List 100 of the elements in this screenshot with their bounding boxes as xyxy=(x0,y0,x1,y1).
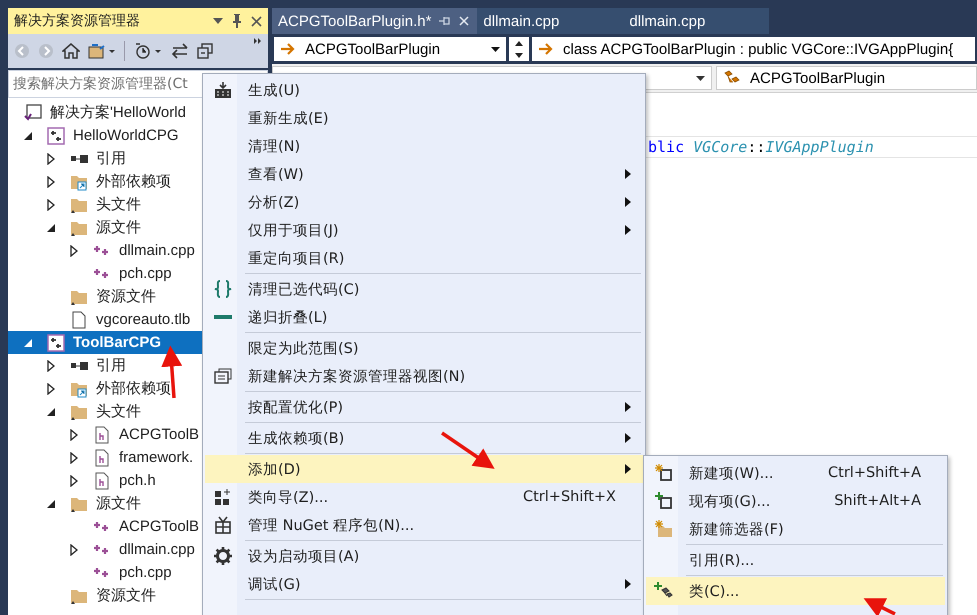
expanded-icon[interactable] xyxy=(47,224,55,232)
tree-label: vgcoreauto.tlb xyxy=(96,311,190,328)
tree-label: pch.cpp xyxy=(119,564,172,581)
menu-item[interactable]: 清理已选代码(C) xyxy=(205,275,643,303)
menu-item[interactable]: 现有项(G)... Shift+Alt+A xyxy=(646,487,945,515)
menu-item[interactable]: 查看(W) xyxy=(205,160,643,188)
home-icon[interactable] xyxy=(62,43,80,59)
sync-arrows-icon[interactable] xyxy=(171,43,189,59)
type-dropdown[interactable]: ACPGToolBarPlugin xyxy=(274,37,506,61)
menu-item[interactable]: 管理 NuGet 程序包(N)... xyxy=(205,511,643,539)
package-icon xyxy=(215,516,231,534)
menu-item[interactable]: 设为启动项目(A) xyxy=(205,542,643,570)
collapsed-icon[interactable] xyxy=(47,152,55,164)
file-icon xyxy=(70,310,88,328)
document-tab[interactable]: dllmain.cpp xyxy=(477,8,624,34)
collapsed-icon[interactable] xyxy=(47,360,55,372)
menu-item[interactable]: 引用(R)... xyxy=(646,546,945,574)
scope-dropdown[interactable]: ACPGToolBarPlugin xyxy=(716,66,977,90)
tree-label: 源文件 xyxy=(96,494,141,513)
tree-label: 资源文件 xyxy=(96,287,156,306)
references-icon xyxy=(70,362,88,370)
shortcut-label: Ctrl+Shift+A xyxy=(828,465,921,481)
menu-item[interactable]: 类向导(Z)... Ctrl+Shift+X xyxy=(205,483,643,511)
document-tab[interactable]: ACPGToolBarPlugin.h* xyxy=(272,8,478,34)
header-file-icon xyxy=(93,448,111,466)
menu-item[interactable]: 生成依赖项(B) xyxy=(205,424,643,452)
collapsed-icon[interactable] xyxy=(70,244,78,256)
settings-icon xyxy=(214,547,232,565)
tree-label: 头文件 xyxy=(96,402,141,421)
references-icon xyxy=(70,154,88,162)
tree-label: 引用 xyxy=(96,356,126,375)
caret-icon xyxy=(696,76,705,80)
class-wizard-icon xyxy=(214,488,232,506)
collapsed-icon[interactable] xyxy=(47,198,55,210)
tree-label: HelloWorldCPG xyxy=(73,127,179,144)
collapsed-icon[interactable] xyxy=(70,544,78,556)
tree-label: 外部依赖项 xyxy=(96,172,171,191)
tree-label: 外部依赖项 xyxy=(96,379,171,398)
tree-label: 资源文件 xyxy=(96,586,156,605)
sync-folders-icon[interactable] xyxy=(88,43,116,59)
arrow-icon xyxy=(280,43,296,55)
close-icon[interactable] xyxy=(251,16,262,26)
menu-item[interactable]: 重定向项目(R) xyxy=(205,244,643,272)
window-icon xyxy=(214,368,232,384)
tree-label: dllmain.cpp xyxy=(119,541,195,558)
build-icon xyxy=(214,82,232,98)
header-file-icon xyxy=(93,472,111,490)
collapse-all-icon[interactable] xyxy=(197,43,213,59)
menu-item[interactable]: 类(C)... xyxy=(646,577,945,605)
expanded-icon[interactable] xyxy=(47,408,55,416)
menu-item[interactable]: 按配置优化(P) xyxy=(205,393,643,421)
spin-buttons[interactable] xyxy=(509,37,529,61)
member-dropdown[interactable]: class ACPGToolBarPlugin : public VGCore::IVGAppPlugin{ xyxy=(532,37,975,61)
clock-icon[interactable] xyxy=(133,42,163,60)
dropdown-icon[interactable] xyxy=(213,18,223,24)
collapsed-icon[interactable] xyxy=(47,382,55,394)
menu-item[interactable]: 重新生成(E) xyxy=(205,104,643,132)
menu-item[interactable]: 仅用于项目(J) xyxy=(205,216,643,244)
menu-item[interactable]: 添加(D) xyxy=(205,455,643,483)
braces-icon xyxy=(213,280,233,298)
annotation-arrow xyxy=(441,432,495,469)
project-icon xyxy=(47,334,65,352)
collapsed-icon[interactable] xyxy=(70,452,78,464)
tree-label: ToolBarCPG xyxy=(73,334,162,351)
menu-item[interactable]: 新建解决方案资源管理器视图(N) xyxy=(205,362,643,390)
tree-label: 源文件 xyxy=(96,218,141,237)
tree-label: ACPGToolB xyxy=(119,518,200,535)
menu-item[interactable]: 递归折叠(L) xyxy=(205,303,643,331)
tree-label: 头文件 xyxy=(96,195,141,214)
new-folder-icon xyxy=(655,520,673,538)
collapsed-icon[interactable] xyxy=(47,176,55,188)
down-icon[interactable] xyxy=(515,52,523,58)
solution-icon xyxy=(24,104,42,122)
shortcut-label: Ctrl+Shift+X xyxy=(523,489,616,505)
new-item-icon xyxy=(655,464,673,482)
tree-label: 解决方案'HelloWorld xyxy=(50,103,186,122)
tree-label: pch.cpp xyxy=(119,265,172,282)
pin-icon[interactable] xyxy=(439,16,452,26)
collapsed-icon[interactable] xyxy=(70,474,78,486)
up-icon[interactable] xyxy=(515,40,523,46)
expanded-icon[interactable] xyxy=(47,500,55,508)
tree-label: pch.h xyxy=(119,472,156,489)
panel-title: 解决方案资源管理器 xyxy=(14,12,141,30)
tree-label: framework. xyxy=(119,449,194,466)
collapsed-icon[interactable] xyxy=(70,428,78,440)
add-class-icon xyxy=(654,582,674,600)
menu-item[interactable]: 新建项(W)... Ctrl+Shift+A xyxy=(646,459,945,487)
caret-icon xyxy=(491,46,500,52)
header-file-icon xyxy=(93,426,111,444)
pin-icon[interactable] xyxy=(232,14,242,28)
collapse-icon xyxy=(214,315,232,319)
annotation-arrow xyxy=(864,598,896,615)
menu-item[interactable]: 调试(G) xyxy=(205,570,643,598)
document-tab[interactable]: dllmain.cpp xyxy=(623,8,770,34)
menu-item[interactable]: 新建筛选器(F) xyxy=(646,515,945,543)
menu-item[interactable]: 分析(Z) xyxy=(205,188,643,216)
overflow-icon[interactable] xyxy=(254,38,262,44)
expanded-icon[interactable] xyxy=(24,132,32,140)
tree-label: 引用 xyxy=(96,149,126,168)
add-item-icon xyxy=(655,492,673,510)
